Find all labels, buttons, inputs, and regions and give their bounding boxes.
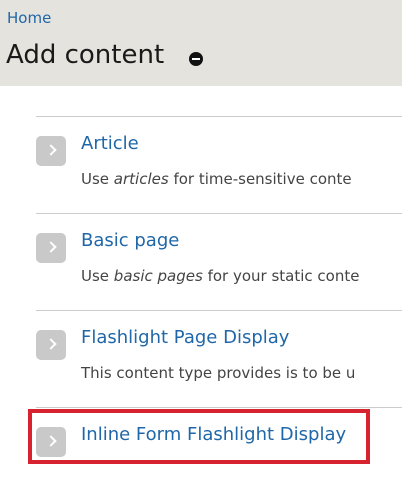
minus-circle-icon[interactable] — [189, 52, 203, 66]
breadcrumb-home-link[interactable]: Home — [7, 9, 51, 27]
page-title: Add content — [6, 40, 165, 70]
content-type-item-basic-page[interactable]: Basic page Use basic pages for your stat… — [36, 213, 402, 310]
page-header: Home Add content — [0, 0, 402, 86]
content-type-description: Use basic pages for your static conte — [81, 267, 360, 285]
content-type-description: Use articles for time-sensitive conte — [81, 170, 352, 188]
chevron-right-icon[interactable] — [36, 136, 66, 166]
highlight-annotation-box — [28, 409, 370, 464]
chevron-right-icon[interactable] — [36, 233, 66, 263]
content-type-link-basic-page[interactable]: Basic page — [81, 230, 179, 251]
content-type-item-flashlight-page-display[interactable]: Flashlight Page Display This content typ… — [36, 310, 402, 407]
content-type-item-article[interactable]: Article Use articles for time-sensitive … — [36, 116, 402, 213]
content-type-link-article[interactable]: Article — [81, 133, 139, 154]
chevron-right-icon[interactable] — [36, 330, 66, 360]
content-type-link-flashlight-page-display[interactable]: Flashlight Page Display — [81, 327, 289, 348]
content-type-description: This content type provides is to be u — [81, 364, 356, 382]
